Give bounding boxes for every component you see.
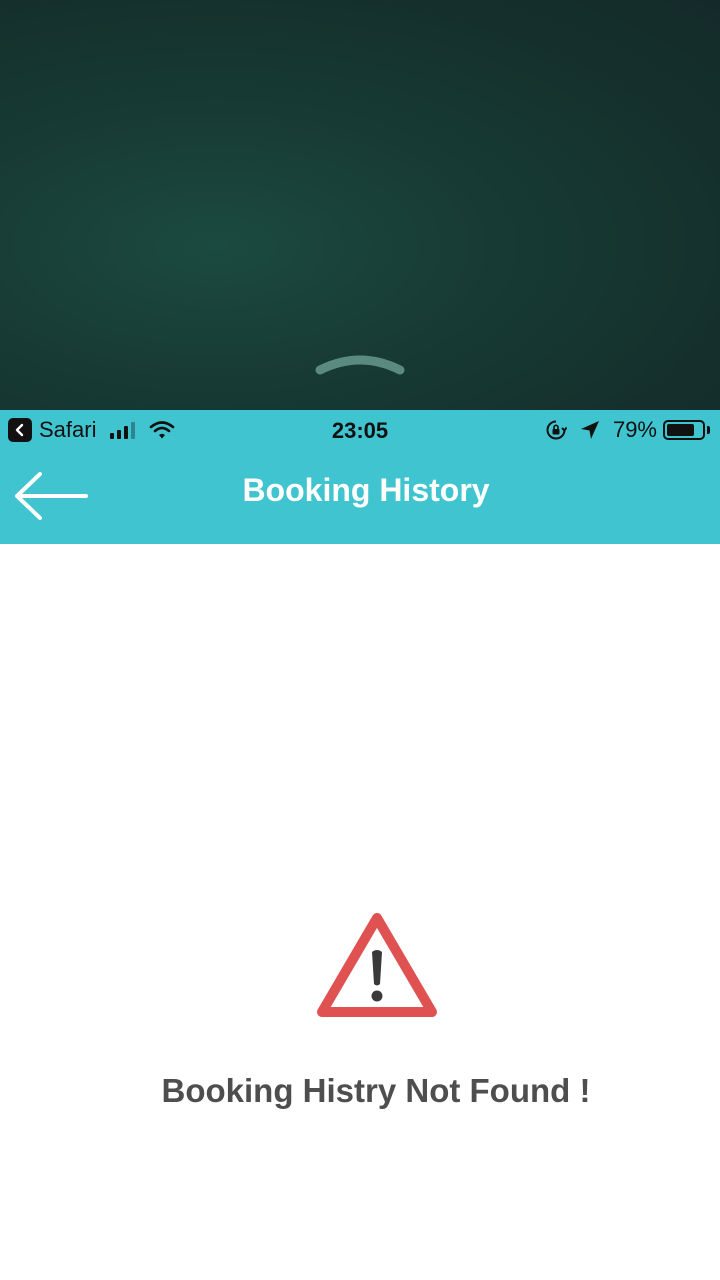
notification-overlay[interactable] — [0, 0, 720, 410]
page-title: Booking History — [242, 472, 490, 508]
status-bar-right: 79% — [545, 417, 710, 443]
status-bar: Safari 23:05 79% — [0, 410, 720, 450]
battery-percentage: 79% — [612, 417, 657, 442]
app-header: Booking History — [0, 450, 720, 544]
empty-state-message: Booking Histry Not Found ! — [161, 1072, 591, 1109]
chevron-up-icon[interactable] — [314, 344, 406, 380]
warning-triangle-icon — [317, 913, 437, 1017]
battery-tip — [707, 426, 710, 434]
rotation-lock-icon — [546, 420, 567, 440]
battery-level-fill — [667, 424, 694, 436]
battery-icon — [663, 420, 705, 440]
location-arrow-icon — [580, 421, 599, 439]
